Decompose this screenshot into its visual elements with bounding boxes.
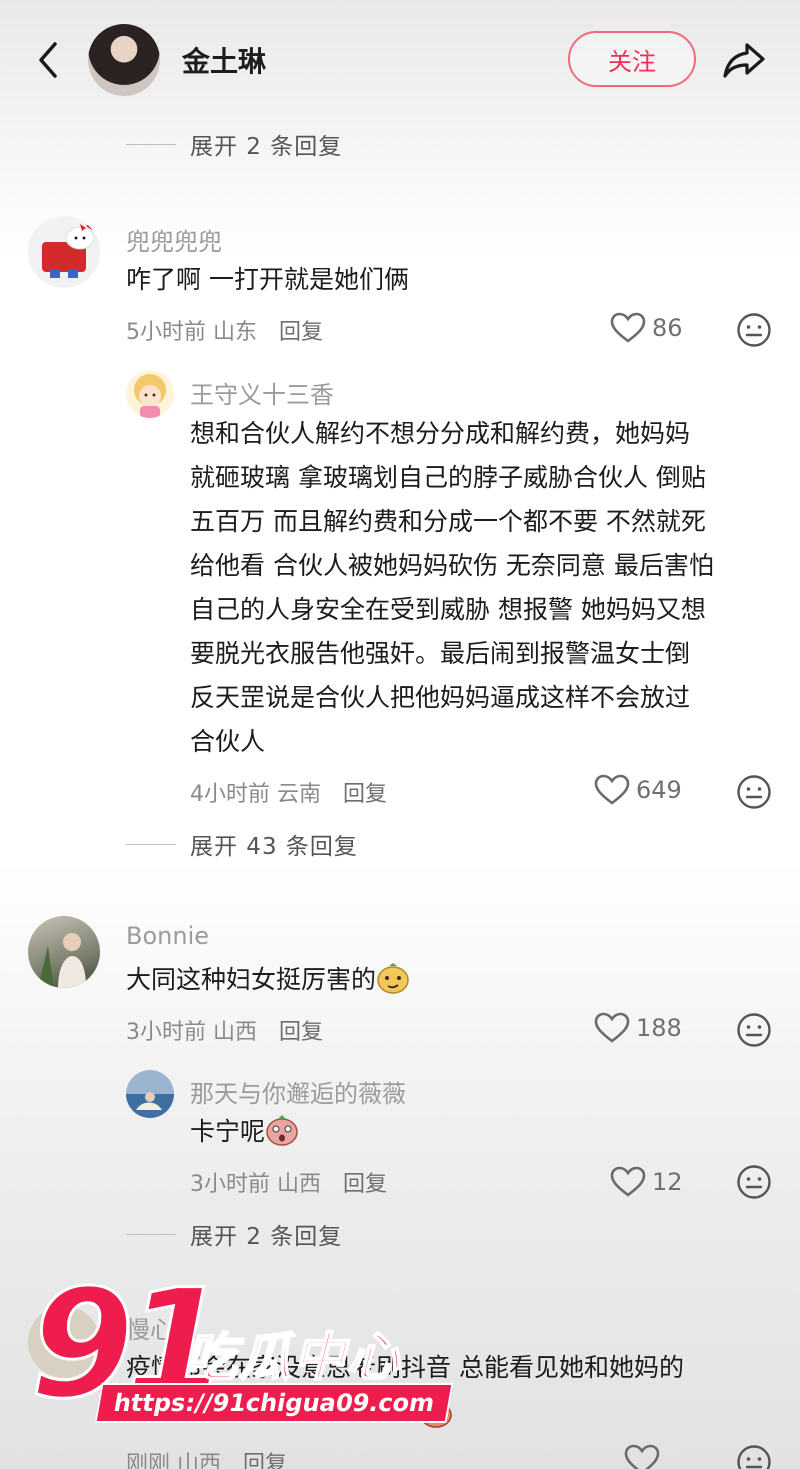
like-button[interactable]: 649 (594, 774, 682, 806)
author-avatar[interactable] (88, 24, 160, 96)
reply-meta: 3小时前 山西 回复 (190, 1166, 387, 1198)
comment-text: 大同这种妇女挺厉害的 (126, 965, 377, 994)
emoji-reaction-button[interactable] (736, 1164, 772, 1204)
divider (126, 1233, 176, 1235)
expand-replies-label: 展开 2 条回复 (190, 134, 343, 160)
emoji-reaction-button[interactable] (736, 1012, 772, 1052)
comment-username[interactable]: 兜兜兜兜 (126, 222, 222, 257)
comment-time: 刚刚 (126, 1452, 171, 1469)
sea-photo-avatar-icon (136, 1092, 162, 1110)
comment-location: 山西 (213, 1020, 258, 1045)
reply-text-line: 反天罡说是合伙人把他妈妈逼成这样不会放过 (190, 683, 691, 712)
share-arrow-icon (723, 43, 765, 78)
reply-time: 4小时前 (190, 782, 270, 807)
watermark-logo-text: 吃瓜中心 (184, 1327, 402, 1389)
comment-meta: 5小时前 山东 回复 (126, 314, 323, 346)
reply-button[interactable]: 回复 (279, 1014, 323, 1046)
reply-text-line: 合伙人 (190, 727, 266, 756)
emoji-reaction-button[interactable] (736, 774, 772, 814)
back-button[interactable] (28, 38, 68, 82)
like-count: 12 (652, 1168, 683, 1196)
like-count: 188 (636, 1014, 682, 1042)
avatar[interactable] (126, 1070, 174, 1118)
expand-replies-button[interactable]: 展开 2 条回复 (126, 126, 342, 162)
like-count: 649 (636, 776, 682, 804)
like-button[interactable] (624, 1444, 660, 1469)
reply-time: 3小时前 (190, 1172, 270, 1197)
like-count: 86 (652, 314, 683, 342)
reply-meta: 4小时前 云南 回复 (190, 776, 387, 808)
photo-avatar-icon (38, 933, 86, 988)
avatar[interactable] (28, 916, 100, 988)
heart-icon (594, 774, 630, 805)
chevron-left-icon (39, 42, 57, 78)
reply-text-line: 五百万 而且解约费和分成一个都不要 不然就死 (190, 507, 706, 536)
reply-username[interactable]: 王守义十三香 (190, 375, 334, 410)
comment-text: 咋了啊 一打开就是她们俩 (126, 265, 409, 294)
like-button[interactable]: 86 (610, 312, 683, 344)
reply-location: 云南 (277, 782, 322, 807)
reply-text-line: 给他看 合伙人被她妈妈砍伤 无奈同意 最后害怕 (190, 551, 714, 580)
comment-meta: 3小时前 山西 回复 (126, 1014, 323, 1046)
reply-location: 山西 (277, 1172, 322, 1197)
reply-button[interactable]: 回复 (343, 1166, 387, 1198)
heart-icon (624, 1444, 660, 1469)
reply-text-block: 想和合伙人解约不想分分成和解约费，她妈妈 就砸玻璃 拿玻璃划自己的脖子威胁合伙人… (190, 412, 780, 764)
like-button[interactable]: 12 (610, 1166, 683, 1198)
reply-text-line: 自己的人身安全在受到威胁 想报警 她妈妈又想 (190, 595, 706, 624)
emoji-reaction-button[interactable] (736, 312, 772, 352)
author-name[interactable]: 金土琳 (182, 40, 266, 80)
avatar[interactable] (28, 216, 100, 288)
shocked-emoji-icon (265, 1114, 299, 1146)
comment-location: 山西 (177, 1452, 222, 1469)
reply-text-row: 卡宁呢 (190, 1110, 299, 1154)
smiley-face-icon (737, 1165, 771, 1199)
like-button[interactable]: 188 (594, 1012, 682, 1044)
comment-time: 3小时前 (126, 1020, 206, 1045)
comment-time: 5小时前 (126, 320, 206, 345)
top-bar: 金土琳 关注 (0, 0, 800, 120)
follow-button[interactable]: 关注 (568, 31, 696, 87)
reply-username[interactable]: 那天与你邂逅的薇薇 (190, 1074, 406, 1109)
comment-username[interactable]: Bonnie (126, 922, 209, 950)
comment-text-row: 大同这种妇女挺厉害的 (126, 958, 410, 1002)
divider (126, 143, 176, 145)
heart-icon (594, 1012, 630, 1043)
expand-replies-label: 展开 2 条回复 (190, 1224, 343, 1250)
emoji-reaction-button[interactable] (736, 1444, 772, 1469)
reply-button[interactable]: 回复 (343, 776, 387, 808)
expand-replies-button[interactable]: 展开 43 条回复 (126, 826, 358, 862)
reply-text: 卡宁呢 (190, 1117, 266, 1146)
expand-replies-label: 展开 43 条回复 (190, 834, 358, 860)
heart-icon (610, 1166, 646, 1197)
avatar[interactable] (126, 370, 174, 418)
smiley-face-icon (737, 1013, 771, 1047)
heart-icon (610, 312, 646, 343)
share-button[interactable] (718, 36, 770, 84)
reply-text-line: 就砸玻璃 拿玻璃划自己的脖子威胁合伙人 倒贴 (190, 463, 706, 492)
reply-button[interactable]: 回复 (243, 1446, 287, 1469)
comment-meta: 刚刚 山西 回复 (126, 1446, 287, 1469)
smirk-emoji-icon (376, 962, 410, 994)
hello-kitty-avatar-icon (42, 222, 95, 278)
smiley-face-icon (737, 313, 771, 347)
expand-replies-button[interactable]: 展开 2 条回复 (126, 1216, 342, 1252)
watermark-url: https://91chigua09.com (94, 1383, 454, 1423)
smiley-face-icon (737, 1445, 771, 1469)
reply-text-line: 想和合伙人解约不想分分成和解约费，她妈妈 (190, 419, 691, 448)
comment-location: 山东 (213, 320, 258, 345)
reply-button[interactable]: 回复 (279, 314, 323, 346)
smiley-face-icon (737, 775, 771, 809)
cartoon-girl-avatar-icon (134, 374, 166, 418)
divider (126, 843, 176, 845)
reply-text-line: 要脱光衣服告他强奸。最后闹到报警温女士倒 (190, 639, 691, 668)
